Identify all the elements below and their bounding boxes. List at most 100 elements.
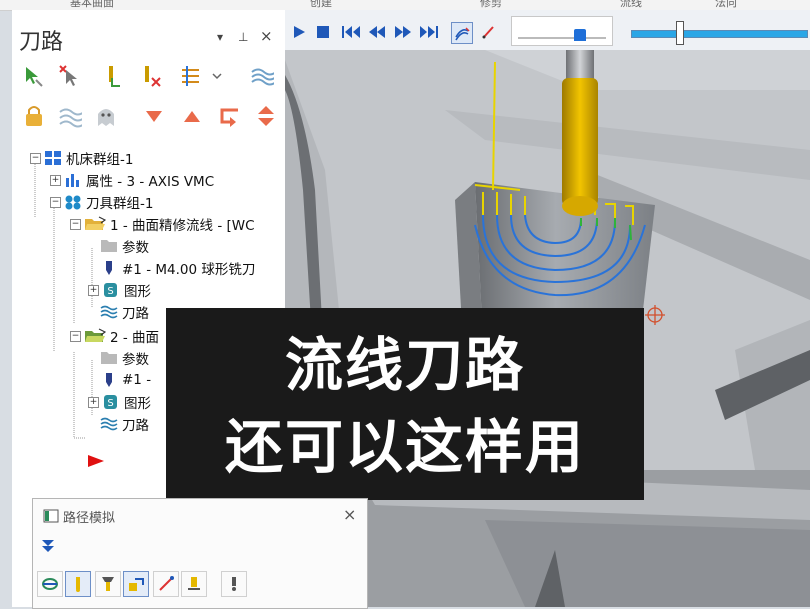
tree-label-op1-geom: 图形: [124, 284, 151, 300]
folder-open-icon: [85, 328, 106, 342]
toolpath-icon: [100, 305, 118, 319]
tree-label-op1-params: 参数: [122, 240, 149, 256]
toolpath-display-icon[interactable]: [248, 62, 276, 90]
tree-node-op1-path[interactable]: 刀路: [100, 302, 149, 322]
tree-node-machine-group[interactable]: − 机床群组-1: [30, 148, 133, 168]
panel-pin-button[interactable]: ⊥: [238, 30, 248, 44]
geometry-icon: S: [104, 395, 117, 409]
toggle-display-icon[interactable]: [178, 62, 206, 90]
display-tool-icon[interactable]: [65, 571, 91, 597]
path-display-toggle-icon[interactable]: [451, 22, 473, 44]
expand-icon[interactable]: +: [88, 284, 99, 296]
dialog-title: 路径模拟: [63, 511, 116, 526]
select-all-icon[interactable]: [20, 62, 48, 90]
expand-icon[interactable]: +: [88, 396, 99, 408]
svg-text:S: S: [107, 286, 113, 297]
tree-node-properties[interactable]: + 属性 - 3 - AXIS VMC: [50, 170, 214, 190]
chevron-down-icon[interactable]: [208, 62, 226, 90]
tree-label-op2-path: 刀路: [122, 418, 149, 434]
display-rapid-icon[interactable]: [123, 571, 149, 597]
path-simulation-dialog: 路径模拟 ×: [32, 498, 368, 609]
tree-node-op2-geom[interactable]: + S 图形: [88, 392, 151, 412]
tree-label-op1-tool: #1 - M4.00 球形铣刀: [122, 262, 256, 278]
collapse-icon[interactable]: −: [50, 196, 61, 208]
tree-node-op2[interactable]: − 2 - 曲面: [70, 326, 159, 346]
dialog-close-button[interactable]: ×: [343, 505, 356, 524]
machine-group-icon: [45, 151, 61, 165]
collapse-icon[interactable]: −: [70, 218, 81, 230]
ribbon-tab-normal[interactable]: 法向: [715, 0, 737, 10]
folder-open-icon: [85, 216, 106, 230]
svg-text:S: S: [107, 398, 113, 409]
tree-label-properties: 属性 - 3 - AXIS VMC: [86, 174, 215, 190]
panel-dropdown-button[interactable]: ▾: [217, 30, 223, 44]
caption-line-1: 流线刀路: [284, 331, 525, 399]
properties-icon: [66, 174, 79, 187]
insert-arrow-icon[interactable]: [216, 102, 244, 130]
stop-icon[interactable]: [313, 22, 333, 42]
tool-icon: [106, 261, 112, 275]
ball-end-mill: [562, 78, 598, 206]
tree-label-machine-group: 机床群组-1: [66, 152, 134, 168]
regen-all-icon[interactable]: [102, 62, 130, 90]
display-endpoints-icon[interactable]: [153, 571, 179, 597]
ribbon-tab-surface[interactable]: 基本曲面: [70, 0, 114, 10]
tree-label-op2: 2 - 曲面: [110, 330, 160, 346]
quick-verify-icon[interactable]: [181, 571, 207, 597]
step-back-icon[interactable]: [367, 22, 387, 42]
ghost-icon[interactable]: [92, 102, 120, 130]
tree-node-op1[interactable]: − 1 - 曲面精修流线 - [WC: [70, 214, 255, 234]
display-holder-icon[interactable]: [95, 571, 121, 597]
geometry-icon: S: [104, 283, 117, 297]
speed-slider[interactable]: [511, 16, 613, 46]
display-toolpath-icon[interactable]: [37, 571, 63, 597]
insert-arrow-marker[interactable]: [86, 451, 108, 471]
alert-icon[interactable]: [221, 571, 247, 597]
collapse-icon[interactable]: −: [30, 152, 41, 164]
regen-dirty-icon[interactable]: [138, 62, 166, 90]
toggle-paths-icon[interactable]: [56, 102, 84, 130]
tree-label-op1: 1 - 曲面精修流线 - [WC: [110, 218, 255, 234]
ribbon-tab-create[interactable]: 创建: [310, 0, 332, 10]
tree-node-toolgroup[interactable]: − 刀具群组-1: [50, 192, 153, 212]
params-folder-icon: [101, 352, 117, 364]
tree-node-op1-geom[interactable]: + S 图形: [88, 280, 151, 300]
slider-thumb[interactable]: [574, 29, 586, 41]
tree-label-op1-path: 刀路: [122, 306, 149, 322]
move-up-icon[interactable]: [178, 102, 206, 130]
panel-close-button[interactable]: ×: [260, 27, 273, 45]
tree-label-toolgroup: 刀具群组-1: [86, 196, 154, 212]
window-icon: [43, 509, 59, 523]
params-folder-icon: [101, 240, 117, 252]
tree-label-op2-geom: 图形: [124, 396, 151, 412]
panel-title: 刀路: [19, 30, 64, 55]
caption-line-2: 还可以这样用: [224, 413, 585, 481]
tool-icon: [106, 373, 112, 387]
collapse-dialog-icon[interactable]: [39, 537, 57, 555]
lock-icon[interactable]: [20, 102, 48, 130]
tree-node-op2-path[interactable]: 刀路: [100, 414, 149, 434]
pen-icon[interactable]: [479, 22, 499, 42]
forward-to-end-icon[interactable]: [419, 22, 439, 42]
tree-node-op2-params[interactable]: 参数: [100, 348, 149, 368]
expand-icon[interactable]: [252, 102, 280, 130]
step-forward-icon[interactable]: [393, 22, 413, 42]
progress-thumb[interactable]: [676, 21, 684, 45]
expand-icon[interactable]: +: [50, 174, 61, 186]
insert-arrow-icon: [88, 455, 104, 467]
move-down-icon[interactable]: [140, 102, 168, 130]
tree-node-op2-tool[interactable]: #1 -: [100, 370, 151, 390]
toolpath-icon: [100, 417, 118, 431]
tree-label-op2-tool: #1 -: [122, 372, 152, 388]
ribbon-tab-flowline[interactable]: 流线: [620, 0, 642, 10]
collapse-icon[interactable]: −: [70, 330, 81, 342]
toolgroup-icon: [65, 195, 81, 210]
progress-track[interactable]: [631, 21, 808, 45]
tree-node-op1-params[interactable]: 参数: [100, 236, 149, 256]
select-failed-icon[interactable]: [56, 62, 84, 90]
rewind-to-start-icon[interactable]: [341, 22, 361, 42]
play-icon[interactable]: [289, 22, 309, 42]
ribbon-tab-trim[interactable]: 修剪: [480, 0, 502, 10]
tree-node-op1-tool[interactable]: #1 - M4.00 球形铣刀: [100, 258, 255, 278]
tree-label-op2-params: 参数: [122, 352, 149, 368]
